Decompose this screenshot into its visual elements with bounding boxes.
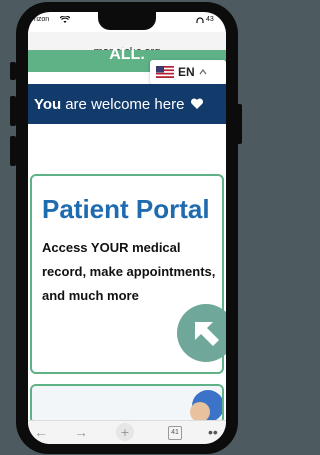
battery-percentage: 43 bbox=[206, 16, 214, 23]
next-card[interactable] bbox=[30, 384, 224, 424]
more-dots-icon[interactable]: •• bbox=[208, 424, 218, 440]
carrier-label: rizon bbox=[34, 16, 50, 23]
us-flag-icon bbox=[156, 66, 174, 78]
wifi-icon bbox=[60, 16, 70, 23]
welcome-banner: You are welcome here bbox=[28, 84, 226, 124]
headphones-icon bbox=[196, 17, 204, 23]
new-tab-plus-icon[interactable]: + bbox=[116, 423, 134, 441]
welcome-bold-text: You bbox=[34, 95, 62, 113]
phone-side-button-mute bbox=[10, 62, 16, 80]
chevron-up-icon bbox=[199, 69, 207, 75]
patient-portal-description: Access YOUR medical record, make appoint… bbox=[42, 240, 216, 303]
arrow-up-left-icon[interactable] bbox=[177, 304, 226, 362]
language-selector[interactable]: EN bbox=[150, 60, 226, 84]
patient-portal-card[interactable]: Patient Portal Access YOUR medical recor… bbox=[30, 174, 226, 374]
welcome-text: are welcome here bbox=[65, 95, 185, 113]
back-arrow-icon[interactable]: ← bbox=[34, 424, 48, 440]
phone-side-button-power bbox=[237, 104, 242, 144]
phone-notch bbox=[98, 12, 156, 30]
language-code: EN bbox=[178, 65, 195, 79]
patient-portal-title[interactable]: Patient Portal bbox=[42, 194, 210, 225]
phone-side-button-volume-down bbox=[10, 136, 16, 166]
banner-text: ALL. bbox=[109, 46, 145, 63]
heart-icon bbox=[191, 98, 204, 109]
tab-count-button[interactable]: 41 bbox=[168, 426, 182, 440]
browser-toolbar: ← → + 41 •• bbox=[28, 420, 226, 444]
forward-arrow-icon[interactable]: → bbox=[74, 424, 88, 440]
phone-screen: rizon 43 manetchc.org ALL. EN You bbox=[28, 12, 226, 444]
phone-side-button-volume-up bbox=[10, 96, 16, 126]
